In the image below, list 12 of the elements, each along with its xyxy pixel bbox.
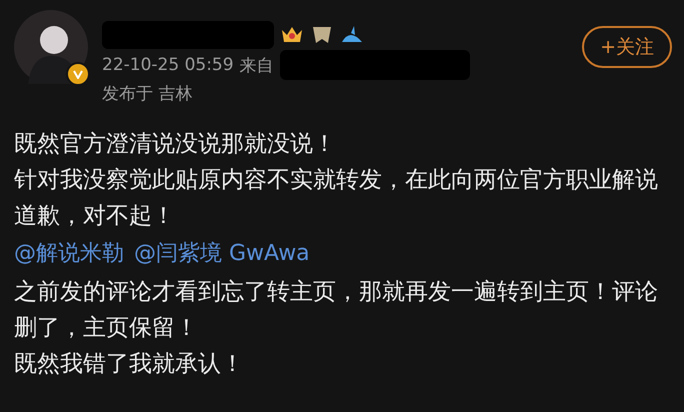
emblem-icon [310, 24, 334, 46]
mention-link[interactable]: @解说米勒 [14, 236, 124, 272]
post-timestamp: 22-10-25 05:59 [102, 55, 234, 75]
follow-button[interactable]: +关注 [582, 26, 672, 68]
avatar[interactable] [14, 10, 88, 84]
location-label: 发布于 吉林 [102, 82, 192, 104]
post-text: 针对我没察觉此贴原内容不实就转发，在此向两位官方职业解说道歉，对不起！ [14, 166, 659, 231]
mention-link[interactable]: @闫紫境 GwAwa [134, 236, 310, 272]
post-text: 之前发的评论才看到忘了转主页，那就再发一遍转到主页！评论删了，主页保留！ [14, 278, 659, 343]
post-text: 既然官方澄清说没说那就没说！ [14, 130, 337, 159]
post-text: 既然我错了我就承认！ [14, 350, 245, 379]
source-label: 来自 [240, 54, 274, 76]
